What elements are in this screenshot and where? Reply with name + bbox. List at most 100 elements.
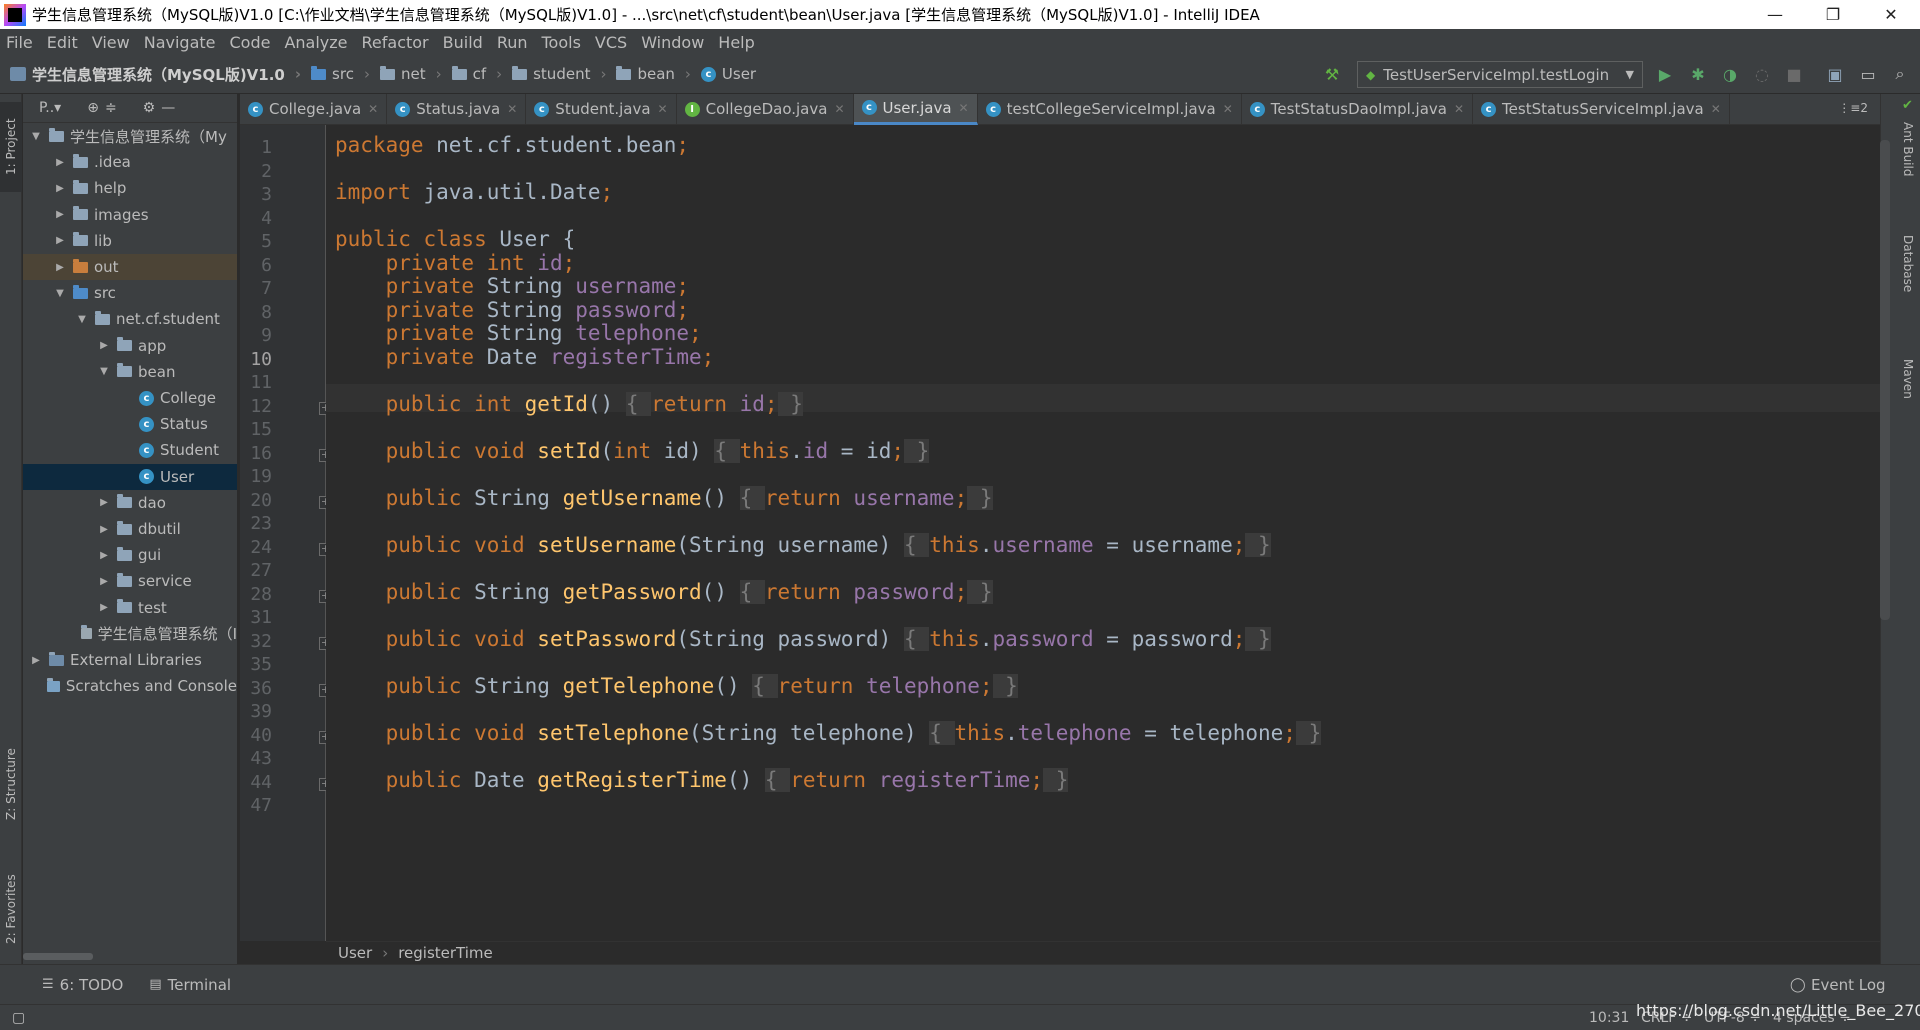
menu-analyze[interactable]: Analyze (284, 33, 347, 52)
tree-item[interactable]: ▶ out (23, 254, 237, 280)
layout-icon[interactable]: ▭ (1858, 64, 1878, 84)
tree-item[interactable]: ▶ images (23, 202, 237, 228)
gear-icon[interactable]: ⚙ (143, 100, 156, 116)
nav-crumb-net[interactable]: net › (379, 65, 442, 83)
menu-code[interactable]: Code (230, 33, 271, 52)
collapsed-arrow-icon[interactable]: ▶ (97, 576, 111, 587)
toggle-tool-windows-icon[interactable]: ▢ (12, 1010, 25, 1026)
editor-tab[interactable]: c TestStatusDaoImpl.java ✕ (1242, 93, 1474, 125)
tree-item[interactable]: ▼ net.cf.student (23, 306, 237, 332)
search-icon[interactable]: ⌕ (1890, 64, 1910, 84)
menu-build[interactable]: Build (443, 33, 483, 52)
ant-build-tool-tab[interactable]: Ant Build (1897, 104, 1919, 194)
editor-tab[interactable]: c College.java ✕ (240, 93, 388, 125)
collapsed-arrow-icon[interactable]: ▶ (53, 157, 67, 168)
menu-view[interactable]: View (92, 33, 130, 52)
maven-tool-tab[interactable]: Maven (1897, 334, 1919, 424)
tree-item[interactable]: c Student (23, 437, 237, 463)
collapsed-arrow-icon[interactable]: ▶ (53, 235, 67, 246)
collapsed-arrow-icon[interactable]: ▶ (97, 340, 111, 351)
tree-item[interactable]: ▼ bean (23, 359, 237, 385)
run-configuration-select[interactable]: ◆ TestUserServiceImpl.testLogin ▼ (1357, 61, 1643, 88)
hide-icon[interactable]: — (161, 100, 175, 116)
expanded-arrow-icon[interactable]: ▼ (75, 314, 89, 325)
breadcrumb-class[interactable]: User (338, 944, 372, 962)
tree-item[interactable]: 学生信息管理系统（I (23, 621, 237, 647)
editor-tab[interactable]: c Student.java ✕ (526, 93, 677, 125)
menu-tools[interactable]: Tools (542, 33, 581, 52)
breadcrumb-field[interactable]: registerTime (398, 944, 493, 962)
tree-item[interactable]: ▶ External Libraries (23, 647, 237, 673)
tree-item[interactable]: ▶ dbutil (23, 516, 237, 542)
tree-item[interactable]: ▼ src (23, 280, 237, 306)
debug-icon[interactable]: ✱ (1688, 64, 1708, 84)
nav-crumb-src[interactable]: src › (311, 65, 370, 83)
minimize-button[interactable]: — (1746, 0, 1804, 29)
horizontal-scrollbar[interactable] (23, 953, 93, 960)
project-tool-tab[interactable]: 1: Project (0, 102, 22, 192)
menu-help[interactable]: Help (718, 33, 754, 52)
editor-tab[interactable]: c User.java ✕ (853, 93, 978, 125)
event-log-tool-tab[interactable]: Event Log (1811, 976, 1886, 994)
caret-position[interactable]: 10:31 (1589, 1010, 1629, 1026)
project-structure-icon[interactable]: ▣ (1825, 64, 1845, 84)
tree-item[interactable]: c Status (23, 411, 237, 437)
stop-icon[interactable]: ■ (1784, 64, 1804, 84)
run-icon[interactable]: ▶ (1655, 64, 1675, 84)
collapsed-arrow-icon[interactable]: ▶ (97, 602, 111, 613)
close-tab-icon[interactable]: ✕ (834, 102, 844, 116)
terminal-tool-tab[interactable]: Terminal (168, 976, 231, 994)
editor-tab[interactable]: I CollegeDao.java ✕ (677, 93, 854, 125)
restore-button[interactable]: ❐ (1804, 0, 1862, 29)
locate-icon[interactable]: ⊕ (87, 100, 99, 116)
tree-item[interactable]: ▶ .idea (23, 149, 237, 175)
tree-item[interactable]: ▶ gui (23, 542, 237, 568)
tree-item[interactable]: ▶ test (23, 595, 237, 621)
expanded-arrow-icon[interactable]: ▼ (29, 131, 43, 142)
nav-crumb-cf[interactable]: cf › (451, 65, 502, 83)
menu-edit[interactable]: Edit (47, 33, 78, 52)
menu-navigate[interactable]: Navigate (144, 33, 216, 52)
tree-item[interactable]: ▶ app (23, 333, 237, 359)
close-tab-icon[interactable]: ✕ (658, 102, 668, 116)
expanded-arrow-icon[interactable]: ▼ (97, 366, 111, 377)
database-tool-tab[interactable]: Database (1897, 214, 1919, 314)
close-tab-icon[interactable]: ✕ (1223, 102, 1233, 116)
close-tab-icon[interactable]: ✕ (368, 102, 378, 116)
collapsed-arrow-icon[interactable]: ▶ (97, 524, 111, 535)
editor-vertical-scrollbar[interactable] (1880, 140, 1890, 620)
build-hammer-icon[interactable]: ⚒ (1322, 64, 1342, 84)
collapsed-arrow-icon[interactable]: ▶ (53, 262, 67, 273)
editor-tab[interactable]: c Status.java ✕ (387, 93, 527, 125)
tree-item[interactable]: ▶ service (23, 568, 237, 594)
close-tab-icon[interactable]: ✕ (1454, 102, 1464, 116)
todo-tool-tab[interactable]: 6: TODO (60, 976, 124, 994)
project-view-select[interactable]: P..▾ (39, 100, 61, 116)
collapsed-arrow-icon[interactable]: ▶ (97, 497, 111, 508)
close-button[interactable]: ✕ (1862, 0, 1920, 29)
menu-window[interactable]: Window (641, 33, 704, 52)
nav-crumb-user[interactable]: c User (700, 65, 756, 83)
tree-item[interactable]: ▶ help (23, 175, 237, 201)
code-editor[interactable]: package net.cf.student.bean; import java.… (326, 125, 1880, 941)
tree-item[interactable]: ▶ lib (23, 228, 237, 254)
tree-item[interactable]: c User (23, 463, 237, 490)
collapsed-arrow-icon[interactable]: ▶ (53, 183, 67, 194)
menu-run[interactable]: Run (497, 33, 528, 52)
profile-icon[interactable]: ◌ (1752, 64, 1772, 84)
close-tab-icon[interactable]: ✕ (959, 101, 969, 115)
close-tab-icon[interactable]: ✕ (1711, 102, 1721, 116)
expanded-arrow-icon[interactable]: ▼ (53, 288, 67, 299)
menu-file[interactable]: File (6, 33, 33, 52)
nav-crumb-bean[interactable]: bean › (616, 65, 691, 83)
coverage-icon[interactable]: ◑ (1720, 64, 1740, 84)
collapsed-arrow-icon[interactable]: ▶ (29, 655, 43, 666)
nav-crumb-student[interactable]: student › (512, 65, 606, 83)
tree-item[interactable]: ▶ dao (23, 490, 237, 516)
collapse-all-icon[interactable]: ≑ (105, 100, 117, 116)
menu-vcs[interactable]: VCS (595, 33, 627, 52)
collapsed-arrow-icon[interactable]: ▶ (97, 550, 111, 561)
tree-item[interactable]: c College (23, 385, 237, 411)
editor-tab[interactable]: c TestStatusServiceImpl.java ✕ (1473, 93, 1730, 125)
tabs-overflow-button[interactable]: ⋮≡2 (1838, 101, 1868, 115)
